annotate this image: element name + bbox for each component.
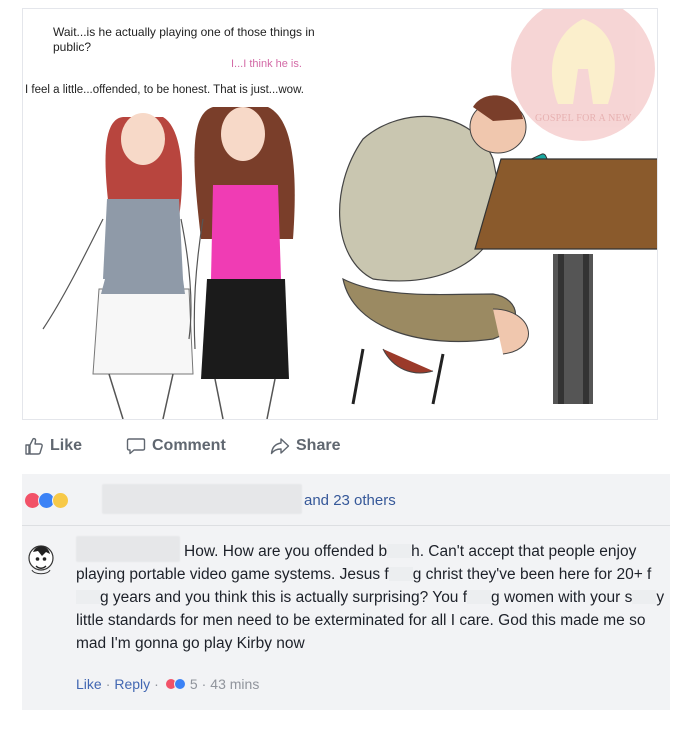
caption-girl-right: I...I think he is. (231, 58, 302, 70)
comment-part-5: g women with your s (491, 589, 633, 606)
reactors-others-link[interactable]: and 23 others (304, 492, 396, 509)
haha-icon (52, 492, 69, 509)
girl-right (193, 107, 295, 419)
censor-block (632, 590, 657, 604)
thumbs-up-icon (25, 437, 43, 455)
avatar[interactable] (26, 542, 56, 578)
speech-bubble-icon (126, 438, 146, 455)
reaction-icons[interactable] (24, 492, 69, 509)
comment-label: Comment (152, 437, 226, 454)
watermark-text: GOSPEL FOR A NEW (535, 113, 632, 124)
like-label: Like (50, 437, 83, 454)
redacted-reactor-names (102, 484, 302, 514)
caption-offended: I feel a little...offended, to be honest… (25, 84, 304, 96)
post-action-bar: Like Comment Share (22, 428, 658, 468)
censor-block (388, 567, 413, 581)
share-arrow-icon (270, 438, 290, 455)
comment: How. How are you offended b h. Can't acce… (22, 532, 670, 708)
feedback-area: and 23 others How. How are you offended … (22, 474, 670, 710)
man-gaming (339, 95, 554, 405)
comment-part-3: g christ they've been here for 20+ f (412, 566, 652, 583)
censor-block (76, 590, 100, 604)
comment-reply-link[interactable]: Reply (114, 676, 150, 692)
like-icon (173, 678, 186, 690)
comment-like-link[interactable]: Like (76, 676, 102, 692)
meta-separator: · (201, 676, 207, 692)
girl-left (42, 113, 194, 419)
caption-girl-left: Wait...is he actually playing one of tho… (53, 25, 315, 54)
comment-text: How. How are you offended b h. Can't acce… (76, 540, 666, 655)
censor-block (467, 590, 492, 604)
share-label: Share (296, 437, 341, 454)
share-button[interactable]: Share (270, 436, 340, 456)
comment-reaction-count: 5 (189, 676, 198, 692)
meta-separator: · (154, 676, 159, 692)
meta-separator: · (105, 676, 111, 692)
comment-part-4: g years and you think this is actually s… (100, 589, 468, 606)
like-button[interactable]: Like (24, 436, 82, 456)
comment-reaction-icons[interactable] (164, 678, 186, 690)
desk (474, 158, 657, 404)
comment-timestamp[interactable]: 43 mins (210, 676, 259, 692)
comment-part-1: How. How are you offended b (184, 543, 388, 560)
comment-button[interactable]: Comment (126, 436, 226, 456)
post-image[interactable]: Wait...is he actually playing one of tho… (22, 8, 658, 420)
reactions-row: and 23 others (22, 474, 670, 526)
comment-meta: Like · Reply · 5 · 43 mins (76, 676, 259, 692)
comic-illustration (42, 9, 657, 419)
censor-block (387, 544, 412, 558)
